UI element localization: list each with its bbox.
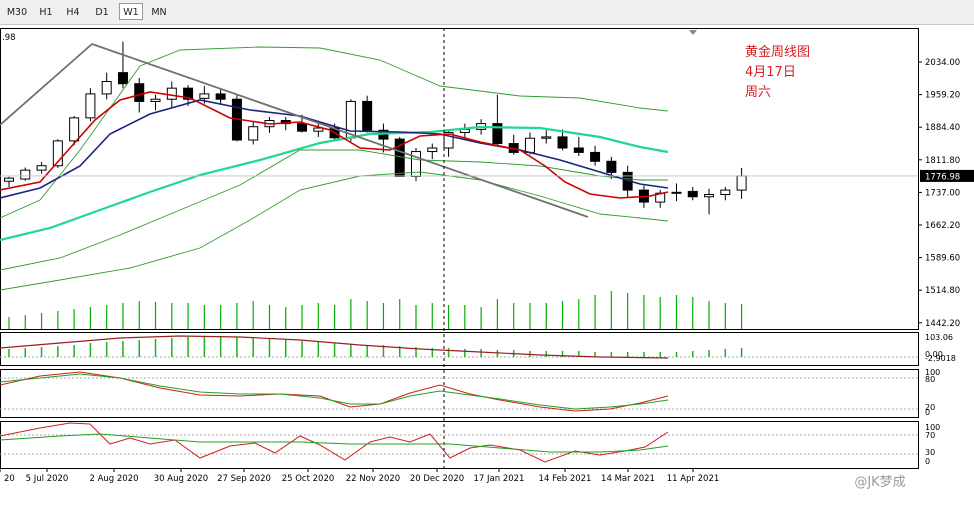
y-tick-label: 2034.00 <box>925 58 960 68</box>
chart-annotation-text: 黄金周线图 <box>745 44 810 60</box>
price-chart: 2034.00 1959.20 1884.40 1811.80 1737.00 1662.… <box>0 28 974 490</box>
y-tick-label: 1442.20 <box>925 319 960 329</box>
candle-body <box>36 165 47 171</box>
candle-body <box>248 126 259 141</box>
oscillator-2-tick-label: 80 <box>925 375 935 384</box>
chart-annotation-text: 周六 <box>745 85 771 100</box>
candle-body <box>199 93 210 99</box>
x-tick-label: 5 Jul 2020 <box>26 474 69 484</box>
chart-annotation-text: 4月17日 <box>745 65 796 80</box>
candle-body <box>573 147 584 153</box>
candle-body <box>4 177 14 182</box>
candle-body <box>166 87 177 100</box>
bollinger-lower-line <box>0 171 669 291</box>
candle-body <box>671 191 682 194</box>
oscillator-3-signal-line <box>0 433 669 453</box>
x-tick-label: 2 Aug 2020 <box>89 474 138 484</box>
y-tick-label: 1737.00 <box>925 188 960 198</box>
x-tick-label: 14 Feb 2021 <box>539 474 592 484</box>
candle-body <box>85 93 96 119</box>
candle-body <box>524 137 535 153</box>
y-tick-label: 1884.40 <box>925 123 960 133</box>
candle-body <box>606 160 617 173</box>
x-tick-label: 17 Jan 2021 <box>474 474 525 484</box>
x-tick-label: 20 <box>4 474 15 484</box>
x-tick-label: 14 Mar 2021 <box>601 474 655 484</box>
oscillator-3-tick-label: 0 <box>925 457 930 466</box>
candle-body <box>541 136 552 139</box>
y-tick-label: 1811.80 <box>925 156 960 166</box>
partial-price-label: .98 <box>2 33 16 43</box>
oscillator-1-tick-label: 103.06 <box>925 333 953 342</box>
watermark-text: @JK梦成 <box>854 475 905 490</box>
oscillator-1-tick-label: -2.9018 <box>925 354 956 363</box>
y-tick-label: 1589.60 <box>925 254 960 264</box>
candle-body <box>101 81 112 95</box>
x-tick-label: 27 Sep 2020 <box>217 474 271 484</box>
candle-body <box>134 83 145 102</box>
candle-body <box>720 189 731 196</box>
trend-line-rising <box>0 43 93 126</box>
candle-body <box>20 169 31 180</box>
x-tick-label: 20 Dec 2020 <box>410 474 464 484</box>
x-tick-label: 11 Apr 2021 <box>667 474 720 484</box>
candle-body <box>427 147 438 153</box>
oscillator-2-signal-line <box>0 373 669 410</box>
candle-body <box>687 190 698 198</box>
x-tick-label: 22 Nov 2020 <box>346 474 400 484</box>
candle-body <box>69 117 80 142</box>
candle-body <box>215 93 226 100</box>
current-price-label: 1776.98 <box>925 172 960 182</box>
candle-body <box>557 136 568 149</box>
oscillator-3-main-line <box>0 422 669 463</box>
oscillator-3-tick-label: 70 <box>925 431 935 440</box>
trading-terminal-window: M30 H1 H4 D1 W1 MN 2034.00 1959.20 1884.40… <box>0 0 974 517</box>
candle-body <box>117 72 128 85</box>
candle-body <box>297 123 308 132</box>
trend-line-falling <box>91 43 589 218</box>
x-tick-label: 25 Oct 2020 <box>282 474 335 484</box>
oscillator-3-tick-label: 30 <box>925 448 935 457</box>
oscillator-2-tick-label: 0 <box>925 408 930 417</box>
candle-body <box>362 100 373 131</box>
candle-body <box>150 98 161 102</box>
candle-body <box>590 151 601 162</box>
candle-body <box>704 194 715 198</box>
candle-body <box>736 175 747 191</box>
y-tick-label: 1662.20 <box>925 221 960 231</box>
y-tick-label: 1514.80 <box>925 286 960 296</box>
x-tick-label: 30 Aug 2020 <box>154 474 208 484</box>
y-tick-label: 1959.20 <box>925 91 960 101</box>
chart-shift-marker <box>689 30 697 35</box>
